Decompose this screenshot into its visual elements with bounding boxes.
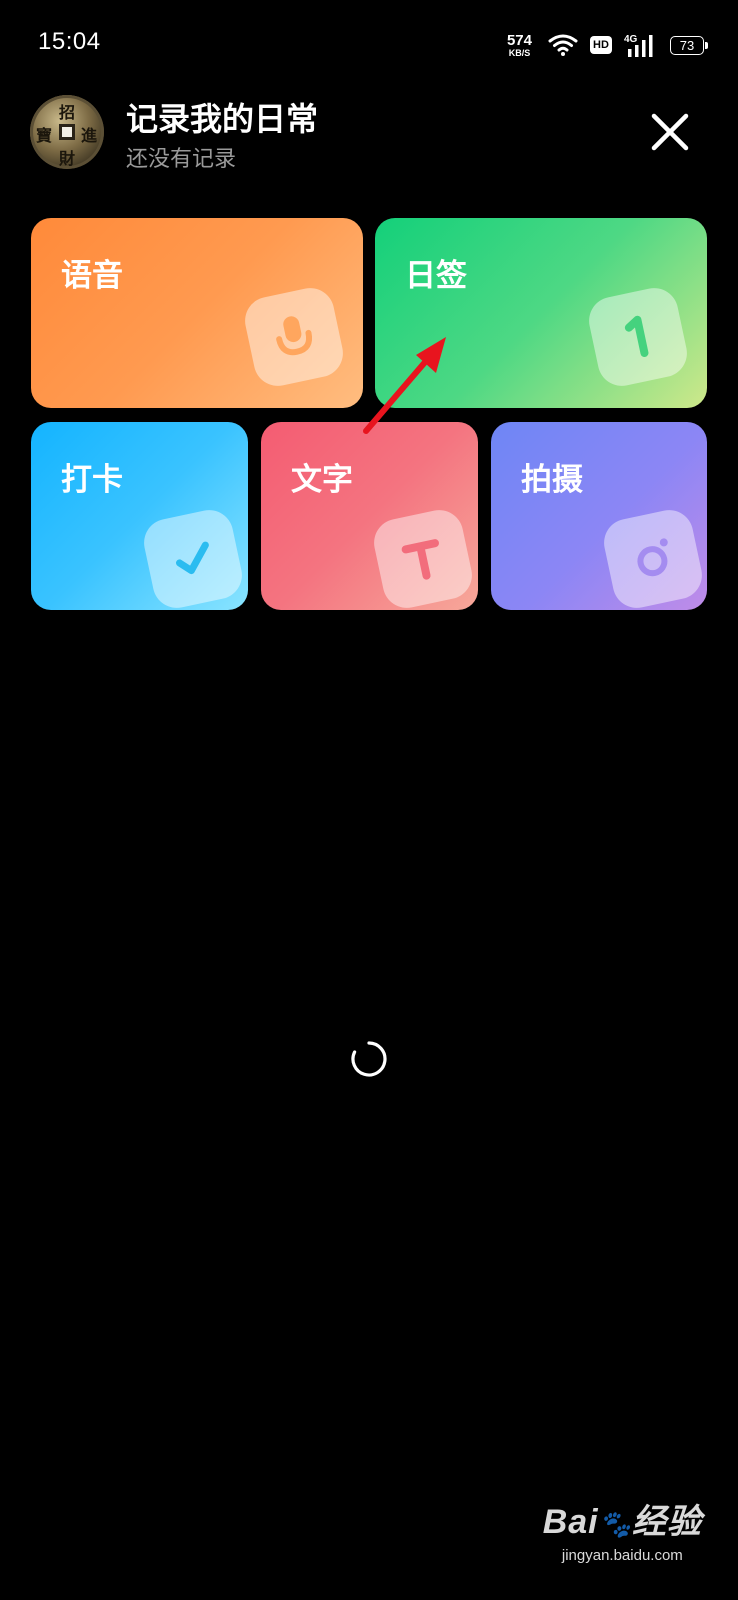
watermark-logo-suffix: 经验 (632, 1503, 702, 1541)
checkmark-icon (139, 505, 247, 610)
avatar-glyph: 進 (81, 126, 98, 145)
avatar-glyph: 招 (59, 103, 76, 122)
tile-label: 打卡 (61, 462, 123, 497)
watermark-site: jingyan.baidu.com (561, 1547, 683, 1564)
watermark-logo-text: Bai (542, 1503, 599, 1541)
baidu-jingyan-watermark: Bai🐾经验 jingyan.baidu.com (543, 1505, 702, 1564)
tile-label: 日签 (405, 258, 467, 293)
tile-label: 文字 (291, 462, 353, 497)
tile-voice[interactable]: 语音 (31, 218, 363, 408)
tile-photo[interactable]: 拍摄 (491, 422, 707, 610)
close-button[interactable] (648, 110, 692, 154)
avatar[interactable]: 招 進 寶 財 (30, 95, 104, 169)
annotation-arrow-icon (363, 337, 446, 434)
battery-icon: 73 (670, 35, 708, 55)
tile-check-in[interactable]: 打卡 (31, 422, 248, 610)
coin-square-hole (59, 124, 75, 140)
page-subtitle: 还没有记录 (126, 146, 237, 171)
status-icons: 574 KB/S HD 4G 73 (507, 30, 708, 60)
close-icon (651, 113, 689, 151)
status-time: 15:04 (38, 28, 101, 55)
avatar-glyph: 寶 (36, 126, 53, 145)
net-speed-value: 574 (506, 31, 532, 49)
battery-level: 73 (679, 37, 695, 53)
loading-spinner-icon (351, 1041, 387, 1077)
tile-label: 拍摄 (521, 462, 583, 497)
wifi-icon (548, 34, 578, 56)
network-type-label: 4G (624, 34, 638, 45)
letter-t-icon (369, 505, 477, 610)
page-title: 记录我的日常 (126, 101, 319, 137)
hd-badge: HD (590, 36, 612, 54)
watermark-logo: Bai🐾经验 (543, 1505, 702, 1539)
net-speed-unit: KB/S (508, 47, 531, 58)
camera-icon (599, 505, 707, 610)
status-bar: 15:04 574 KB/S HD 4G 73 (0, 0, 738, 90)
tile-label: 语音 (61, 258, 123, 293)
net-speed: 574 KB/S (507, 33, 532, 58)
paw-icon: 🐾 (598, 1509, 632, 1539)
signal-icon: 4G (624, 34, 653, 57)
number-one-icon (584, 283, 692, 391)
tile-text[interactable]: 文字 (261, 422, 478, 610)
avatar-glyph: 財 (59, 149, 76, 168)
microphone-icon (240, 283, 348, 391)
